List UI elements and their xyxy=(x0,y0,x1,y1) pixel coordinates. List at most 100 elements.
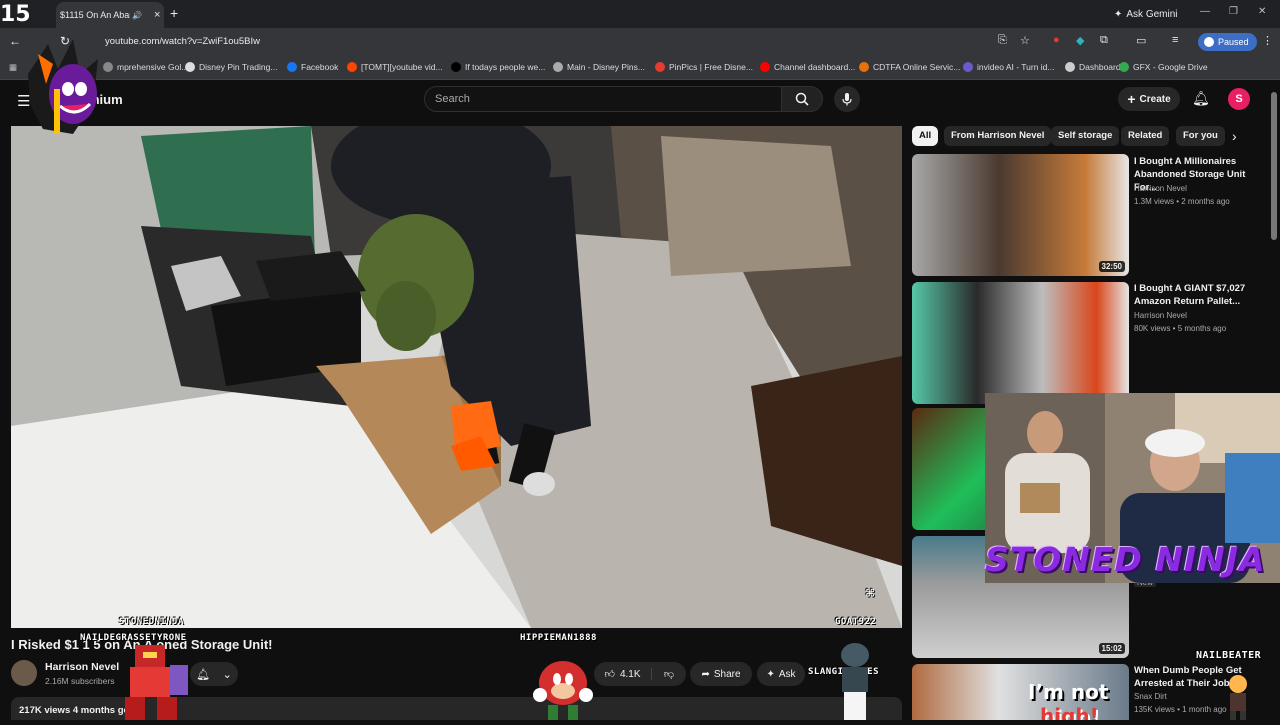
bookmark-item[interactable]: PinPics | Free Disne... xyxy=(655,62,753,72)
bookmark-favicon-icon xyxy=(1065,62,1075,72)
browser-tab[interactable]: $1115 On An Aban 🔊 × xyxy=(56,2,164,28)
profile-paused-button[interactable]: Paused xyxy=(1198,33,1257,51)
search-input[interactable]: Search xyxy=(424,86,782,112)
filter-chip[interactable]: For you xyxy=(1176,126,1225,146)
media-control-icon[interactable]: ≡ xyxy=(1172,34,1178,46)
ask-label: Ask xyxy=(778,668,796,680)
bookmark-favicon-icon xyxy=(655,62,665,72)
rec-thumbnail-1[interactable]: 32:50 xyxy=(912,154,1129,276)
sparkle-icon: ✦ xyxy=(766,668,775,680)
rec-thumbnail-2[interactable] xyxy=(912,282,1129,404)
maximize-icon[interactable]: ❐ xyxy=(1229,6,1238,17)
create-button[interactable]: + Create xyxy=(1118,87,1180,111)
sprite-knuckles xyxy=(530,655,595,720)
rec-title-2[interactable]: I Bought A GIANT $7,027 Amazon Return Pa… xyxy=(1134,282,1269,308)
bookmark-favicon-icon xyxy=(1119,62,1129,72)
bookmark-item[interactable]: GFX - Google Drive xyxy=(1119,62,1208,72)
rec-channel-5[interactable]: Snax Dirt xyxy=(1134,692,1167,701)
bookmark-favicon-icon xyxy=(347,62,357,72)
channel-name[interactable]: Harrison Nevel xyxy=(45,661,119,673)
bookmark-label: mprehensive Gol... xyxy=(117,62,189,72)
thumbnail-text-high: high! xyxy=(1040,704,1099,720)
channel-avatar[interactable] xyxy=(11,660,37,686)
channel-watermark-icon: ⌘ xyxy=(866,586,875,602)
rec-channel-2[interactable]: Harrison Nevel xyxy=(1134,311,1187,320)
subscription-bell-button[interactable]: 🔔︎ ⌄ xyxy=(190,662,238,686)
share-icon: ➦ xyxy=(701,668,710,680)
share-button[interactable]: ➦ Share xyxy=(690,662,752,686)
bookmark-item[interactable]: If todays people we... xyxy=(451,62,545,72)
filter-chip[interactable]: All xyxy=(912,126,939,146)
bookmark-item[interactable]: mprehensive Gol... xyxy=(103,62,188,72)
bell-icon: 🔔︎ xyxy=(196,668,211,681)
like-dislike-control[interactable]: 👍︎ 4.1K 👎︎ xyxy=(594,662,686,686)
extension-red-icon[interactable]: ● xyxy=(1053,34,1060,46)
dislike-button[interactable]: 👎︎ xyxy=(652,668,686,680)
chat-name-3: HIPPIEMAN1888 xyxy=(520,633,597,643)
chevron-down-icon: ⌄ xyxy=(222,668,232,681)
bookmark-label: Facebook xyxy=(301,62,339,72)
rec-channel-1[interactable]: Harrison Nevel xyxy=(1134,184,1187,193)
bookmark-item[interactable]: Dashboard xyxy=(1065,62,1121,72)
filter-chip[interactable]: Self storage xyxy=(1051,126,1120,146)
browser-tab-strip xyxy=(0,0,1280,28)
rec-meta-1: 1.3M views • 2 months ago xyxy=(1134,197,1230,206)
page-scrollbar[interactable] xyxy=(1271,92,1277,240)
voice-search-button[interactable] xyxy=(834,86,860,112)
chevron-right-icon[interactable]: › xyxy=(1232,128,1237,144)
bookmark-star-icon[interactable]: ☆ xyxy=(1020,34,1030,47)
duration-badge: 32:50 xyxy=(1098,261,1125,272)
bookmark-item[interactable]: Channel dashboard... xyxy=(760,62,855,72)
url-field[interactable]: youtube.com/watch?v=ZwiF1ou5BIw xyxy=(98,32,998,52)
view-count-date: 217K views 4 months go xyxy=(19,705,130,716)
search-button[interactable] xyxy=(781,86,823,112)
bookmark-item[interactable]: Disney Pin Trading... xyxy=(185,62,277,72)
video-frame xyxy=(11,126,902,628)
bookmark-item[interactable]: Main - Disney Pins... xyxy=(553,62,645,72)
chat-name-6: NAILBEATER xyxy=(1196,650,1262,661)
rec-meta-2: 80K views • 5 months ago xyxy=(1134,324,1227,333)
mic-icon xyxy=(842,93,852,106)
bookmark-item[interactable]: invideo AI - Turn id... xyxy=(963,62,1054,72)
filter-chip[interactable]: Related xyxy=(1121,126,1170,146)
bookmark-label: Main - Disney Pins... xyxy=(567,62,645,72)
bookmark-favicon-icon xyxy=(287,62,297,72)
close-tab-icon[interactable]: × xyxy=(154,9,160,21)
bookmark-favicon-icon xyxy=(185,62,195,72)
extensions-puzzle-icon[interactable]: ⧉ xyxy=(1100,34,1108,47)
bookmark-item[interactable]: CDTFA Online Servic... xyxy=(859,62,960,72)
duration-badge: 15:02 xyxy=(1098,643,1125,654)
new-tab-button[interactable]: + xyxy=(170,5,178,21)
speaker-icon: 🔊 xyxy=(132,10,142,20)
bookmark-item[interactable]: Facebook xyxy=(287,62,338,72)
ask-gemini-button[interactable]: ✦ Ask Gemini xyxy=(1106,4,1186,24)
bookmark-label: Channel dashboard... xyxy=(774,62,856,72)
create-label: Create xyxy=(1139,93,1171,105)
ask-button[interactable]: ✦ Ask xyxy=(757,662,805,686)
paused-label: Paused xyxy=(1218,37,1249,47)
close-window-icon[interactable]: ✕ xyxy=(1258,6,1266,17)
stream-mascot-logo xyxy=(18,34,110,144)
chat-name-4: GOAT922 xyxy=(835,617,877,627)
notifications-bell-icon[interactable]: 🔔︎ xyxy=(1192,90,1210,107)
bookmark-item[interactable]: [TOMT][youtube vid... xyxy=(347,62,443,72)
chat-name-1: STONEDNINJA xyxy=(119,617,185,627)
bookmark-label: PinPics | Free Disne... xyxy=(669,62,753,72)
tab-search-icon[interactable]: ▭ xyxy=(1136,34,1146,47)
minimize-icon[interactable]: — xyxy=(1200,6,1210,17)
browser-menu-icon[interactable]: ⋮ xyxy=(1262,34,1273,47)
sprite-robot xyxy=(115,640,190,720)
share-label: Share xyxy=(713,668,741,680)
gemini-icon: ✦ xyxy=(1114,8,1123,20)
filter-chip[interactable]: From Harrison Nevel xyxy=(944,126,1052,146)
like-button[interactable]: 👍︎ 4.1K xyxy=(594,668,652,680)
address-bar-row: ← ↻ youtube.com/watch?v=ZwiF1ou5BIw xyxy=(0,28,1280,56)
install-icon[interactable]: ⎘ xyxy=(998,34,1007,47)
bookmark-favicon-icon xyxy=(760,62,770,72)
plus-icon: + xyxy=(1127,91,1136,107)
ask-gemini-label: Ask Gemini xyxy=(1126,8,1178,20)
extension-teal-icon[interactable]: ◆ xyxy=(1076,34,1084,47)
account-avatar[interactable]: S xyxy=(1228,88,1250,110)
video-player[interactable]: ⌘ xyxy=(11,126,902,628)
apps-grid-icon[interactable]: ▦ xyxy=(9,62,17,73)
